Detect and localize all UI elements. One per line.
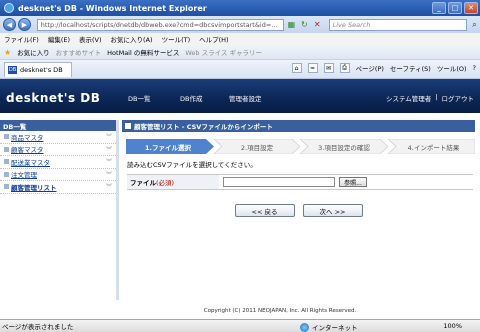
search-input[interactable]: Live Search [328, 18, 468, 31]
page-title: 顧客管理リスト - CSVファイルからインポート [134, 123, 273, 131]
pane-splitter[interactable] [116, 120, 119, 300]
back-button[interactable]: << 戻る [234, 204, 295, 217]
db-icon [4, 171, 9, 177]
command-buttons: ⌂ ≈ ✉ ⎙ ページ(P) セーフティ(S) ツール(O) ? [291, 63, 476, 73]
file-label-cell: ファイル (必須) [127, 175, 219, 189]
mail-icon[interactable]: ✉ [323, 63, 334, 73]
user-separator: | [435, 93, 438, 101]
step-3-label: 3.項目設定の確認 [318, 143, 370, 152]
copyright: Copyright (C) 2011 NEOJAPAN, Inc. All Ri… [203, 308, 357, 314]
file-path-input[interactable] [223, 177, 335, 187]
panel-icon [125, 123, 131, 129]
app-logo: desknet's DB [6, 91, 101, 105]
step-2-label: 2.項目設定 [240, 143, 274, 152]
search-icon[interactable]: ⌕ [469, 19, 480, 30]
compat-view-icon[interactable]: ▦ [286, 19, 297, 30]
sidebar-item-label[interactable]: 顧客マスタ [11, 144, 44, 154]
sidebar-item-customer-master[interactable]: 顧客マスタ ︾ [0, 144, 116, 156]
url-input[interactable]: http://localhost/scripts/dnetdb/dbweb.ex… [36, 18, 284, 31]
maximize-button[interactable]: □ [448, 2, 462, 14]
address-bar: ◀ ▶ http://localhost/scripts/dnetdb/dbwe… [0, 16, 480, 33]
logout-link[interactable]: ログアウト [442, 93, 475, 103]
globe-icon [300, 322, 309, 332]
favorites-star-icon[interactable]: ★ [4, 48, 11, 57]
wizard-buttons: << 戻る 次へ >> [122, 204, 475, 217]
menu-edit[interactable]: 編集(E) [48, 34, 70, 44]
chevron-down-icon[interactable]: ︾ [106, 182, 112, 191]
browser-tab[interactable]: DB desknet's DB [4, 61, 72, 77]
sidebar-title: DB一覧 [0, 120, 116, 131]
db-icon [4, 184, 9, 190]
sidebar: DB一覧 商品マスタ ︾ 顧客マスタ ︾ 配送業マスタ ︾ 注文管理 ︾ 顧客管… [0, 120, 116, 300]
tools-menu[interactable]: ツール(O) [437, 63, 467, 73]
next-button[interactable]: 次へ >> [302, 204, 363, 217]
main-panel: 顧客管理リスト - CSVファイルからインポート 1.ファイル選択 2.項目設定… [122, 120, 475, 300]
page-menu[interactable]: ページ(P) [356, 63, 384, 73]
feeds-icon[interactable]: ≈ [307, 63, 318, 73]
favorites-label[interactable]: お気に入り [17, 47, 50, 57]
sidebar-item-label[interactable]: 商品マスタ [11, 132, 44, 142]
tab-label: desknet's DB [20, 65, 63, 74]
favorites-item-suggested[interactable]: おすすめサイト [56, 47, 102, 57]
header-user-area: システム管理者 | ログアウト [386, 93, 474, 103]
nav-db-list[interactable]: DB一覧 [128, 93, 150, 103]
menu-bar: ファイル(F) 編集(E) 表示(V) お気に入り(A) ツール(T) ヘルプ(… [0, 33, 480, 45]
ie-logo-icon [4, 3, 14, 13]
chevron-down-icon[interactable]: ︾ [106, 157, 112, 166]
minimize-button[interactable]: _ [432, 2, 446, 14]
menu-favorites[interactable]: お気に入り(A) [111, 34, 153, 44]
menu-file[interactable]: ファイル(F) [4, 34, 39, 44]
favorites-bar: ★ お気に入り おすすめサイト HotMail の無料サービス Web スライス… [0, 45, 480, 60]
zone-label: インターネット [312, 324, 358, 332]
chevron-down-icon[interactable]: ︾ [106, 132, 112, 141]
sidebar-item-label[interactable]: 注文管理 [11, 169, 37, 179]
user-name: システム管理者 [385, 95, 432, 103]
home-icon[interactable]: ⌂ [291, 63, 302, 73]
nav-admin-settings[interactable]: 管理者設定 [229, 93, 262, 103]
db-icon [4, 159, 9, 165]
file-label: ファイル [130, 179, 156, 187]
status-bar: ページが表示されました インターネット 100% [0, 319, 480, 332]
window-titlebar: desknet's DB - Windows Internet Explorer… [0, 0, 480, 16]
favorites-item-webslice[interactable]: Web スライス ギャラリー [185, 47, 262, 57]
chevron-down-icon[interactable]: ︾ [106, 145, 112, 154]
menu-view[interactable]: 表示(V) [79, 34, 102, 44]
forward-nav-button[interactable]: ▶ [17, 18, 31, 31]
db-icon [4, 146, 9, 152]
favorites-item-hotmail[interactable]: HotMail の無料サービス [107, 47, 179, 57]
window-controls: _ □ ✕ [432, 2, 478, 14]
back-nav-button[interactable]: ◀ [3, 18, 16, 31]
window-title: desknet's DB - Windows Internet Explorer [18, 3, 207, 13]
sidebar-item-product-master[interactable]: 商品マスタ ︾ [0, 131, 116, 144]
instruction-text: 読み込むCSVファイルを選択してください。 [127, 161, 257, 169]
menu-help[interactable]: ヘルプ(H) [199, 34, 228, 44]
chevron-down-icon[interactable]: ︾ [106, 170, 112, 179]
step-1-label: 1.ファイル選択 [145, 143, 191, 152]
app-header: desknet's DB DB一覧 DB作成 管理者設定 システム管理者 | ロ… [0, 79, 480, 113]
menu-tools[interactable]: ツール(T) [162, 34, 191, 44]
step-4-label: 4.インポート結果 [407, 143, 460, 152]
sidebar-item-label[interactable]: 配送業マスタ [11, 157, 50, 167]
refresh-icon[interactable]: ↻ [299, 19, 310, 30]
browse-button[interactable]: 参照... [339, 177, 367, 187]
status-text: ページが表示されました [2, 323, 74, 331]
security-zone: インターネット [300, 322, 358, 332]
safety-menu[interactable]: セーフティ(S) [390, 63, 431, 73]
sidebar-item-shipper-master[interactable]: 配送業マスタ ︾ [0, 156, 116, 169]
command-bar: DB desknet's DB ⌂ ≈ ✉ ⎙ ページ(P) セーフティ(S) … [0, 60, 480, 79]
sidebar-item-order-management[interactable]: 注文管理 ︾ [0, 169, 116, 181]
nav-db-create[interactable]: DB作成 [180, 93, 202, 103]
main-panel-header: 顧客管理リスト - CSVファイルからインポート [122, 120, 475, 132]
close-button[interactable]: ✕ [464, 2, 478, 14]
help-menu[interactable]: ? [473, 64, 476, 72]
print-icon[interactable]: ⎙ [339, 63, 350, 73]
stop-icon[interactable]: ✕ [312, 19, 323, 30]
tab-favicon-icon: DB [8, 65, 17, 74]
file-form-row: ファイル (必須) 参照... [127, 174, 473, 190]
required-mark: (必須) [156, 179, 175, 187]
db-icon [4, 134, 9, 140]
sidebar-item-label[interactable]: 顧客管理リスト [11, 182, 57, 192]
sidebar-item-customer-list[interactable]: 顧客管理リスト ︾ [0, 181, 116, 194]
zoom-level[interactable]: 100% [443, 322, 462, 330]
